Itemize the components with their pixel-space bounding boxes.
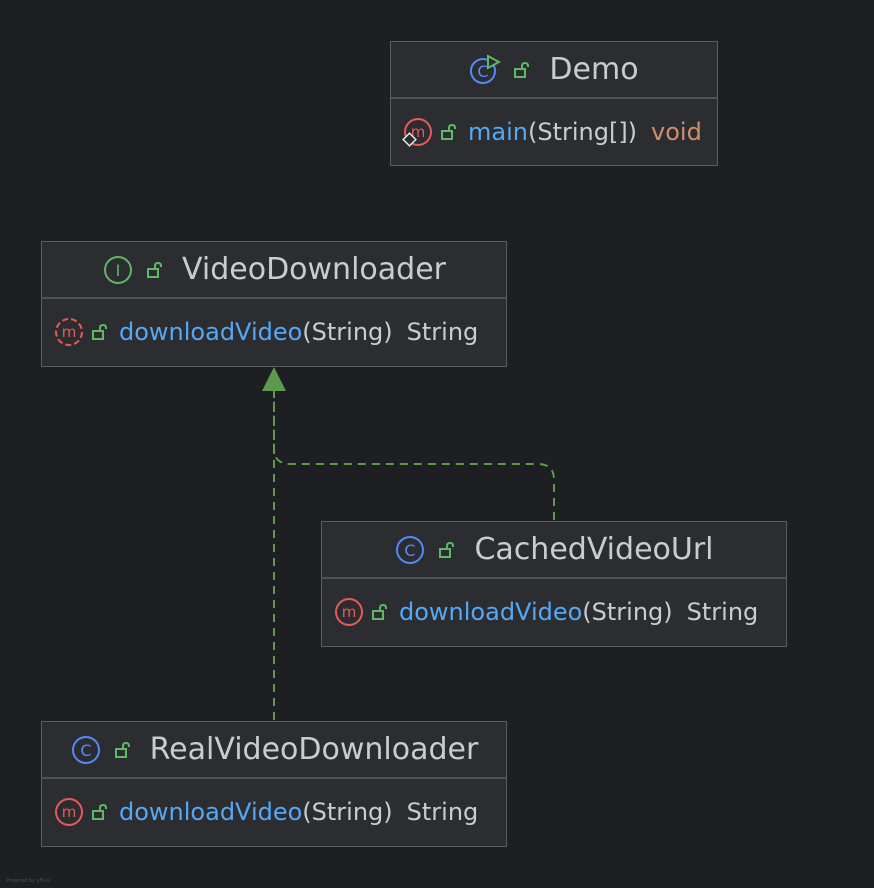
class-name: CachedVideoUrl (474, 532, 714, 567)
public-lock-icon (372, 603, 387, 620)
class-header: C CachedVideoUrl (322, 522, 786, 579)
method-icon: m (335, 598, 363, 626)
method-params: (String) (302, 798, 393, 826)
method-return-type: String (406, 318, 479, 346)
method-return-type: String (686, 598, 759, 626)
method-params: (String) (302, 318, 393, 346)
method-name: downloadVideo (119, 318, 303, 346)
public-lock-icon (441, 123, 456, 140)
svg-text:C: C (478, 62, 489, 81)
svg-text:m: m (62, 803, 77, 821)
svg-text:C: C (80, 741, 91, 760)
svg-text:m: m (342, 603, 357, 621)
interface-node-videodownloader[interactable]: I VideoDownloader m downloadVideo (Strin… (41, 241, 507, 367)
public-lock-icon (92, 803, 107, 820)
class-name: VideoDownloader (182, 252, 446, 287)
interface-icon: I (104, 255, 133, 284)
class-header: C Demo (391, 42, 717, 99)
class-node-cachedvideourl[interactable]: C CachedVideoUrl m downloadVideo (String… (321, 521, 787, 647)
class-icon: C (71, 735, 100, 764)
class-node-demo[interactable]: C Demo m main (String[]) void (390, 41, 718, 166)
class-node-realvideodownloader[interactable]: C RealVideoDownloader m downloadVideo (S… (41, 721, 507, 847)
class-header: I VideoDownloader (42, 242, 506, 299)
member-row[interactable]: m downloadVideo (String) String (322, 579, 786, 645)
realization-arrowhead (262, 367, 286, 391)
class-name: RealVideoDownloader (149, 732, 479, 767)
method-return-type: String (406, 798, 479, 826)
method-static-icon: m (402, 118, 432, 147)
svg-text:I: I (116, 261, 121, 280)
class-icon: C (396, 535, 425, 564)
class-name: Demo (549, 52, 639, 87)
public-lock-icon (439, 541, 455, 558)
method-name: downloadVideo (119, 798, 303, 826)
method-name: downloadVideo (399, 598, 583, 626)
svg-text:C: C (405, 541, 416, 560)
member-row[interactable]: m downloadVideo (String) String (42, 779, 506, 845)
svg-text:m: m (62, 323, 77, 341)
method-icon: m (55, 798, 83, 826)
public-lock-icon (92, 323, 107, 340)
method-return-type: void (651, 118, 702, 146)
runnable-class-icon: C (470, 53, 502, 84)
method-name: main (468, 118, 528, 146)
public-lock-icon (147, 261, 163, 278)
public-lock-icon (114, 741, 130, 758)
class-header: C RealVideoDownloader (42, 722, 506, 779)
member-row[interactable]: m downloadVideo (String) String (42, 299, 506, 365)
powered-by-note: Powered by yFiles (6, 878, 51, 884)
member-row[interactable]: m main (String[]) void (391, 99, 717, 165)
method-params: (String[]) (527, 118, 638, 146)
abstract-method-icon: m (55, 318, 83, 346)
implements-edge-cached (273, 388, 555, 520)
method-params: (String) (582, 598, 673, 626)
public-lock-icon (514, 61, 530, 78)
